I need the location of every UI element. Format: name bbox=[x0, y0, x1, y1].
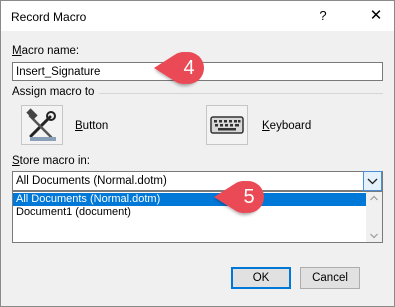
assign-separator bbox=[99, 93, 383, 94]
store-macro-label: Store macro in: bbox=[12, 155, 90, 167]
keyboard-icon bbox=[210, 116, 244, 134]
assign-keyboard-label-text: eyboard bbox=[269, 120, 312, 132]
option-all-documents[interactable]: All Documents (Normal.dotm) bbox=[13, 193, 367, 206]
macro-name-value: Insert_Signature bbox=[16, 66, 101, 78]
dropdown-arrow-button[interactable] bbox=[363, 171, 382, 191]
assign-button-label[interactable]: Button bbox=[75, 120, 108, 132]
macro-name-label-text: acro name: bbox=[21, 45, 80, 57]
cancel-button[interactable]: Cancel bbox=[300, 267, 360, 289]
assign-keyboard-label-hotkey: K bbox=[262, 120, 270, 132]
store-macro-select[interactable]: All Documents (Normal.dotm) bbox=[12, 171, 383, 191]
step-4-callout: 4 bbox=[150, 49, 220, 89]
title-bar: Record Macro ? ✕ bbox=[1, 1, 394, 31]
hammer-wrench-icon bbox=[26, 108, 56, 141]
dialog-title: Record Macro bbox=[11, 10, 87, 24]
ok-button[interactable]: OK bbox=[231, 267, 291, 289]
scroll-arrows-icon bbox=[370, 195, 378, 239]
assign-keyboard-label[interactable]: Keyboard bbox=[262, 120, 311, 132]
store-macro-label-text: tore macro in: bbox=[19, 155, 90, 167]
macro-name-label: Macro name: bbox=[12, 45, 79, 57]
store-macro-options-list: All Documents (Normal.dotm) Document1 (d… bbox=[12, 191, 383, 243]
record-macro-dialog: Record Macro ? ✕ Macro name: Insert_Sign… bbox=[0, 0, 395, 307]
options-scrollbar[interactable] bbox=[366, 192, 382, 242]
store-macro-label-hotkey: S bbox=[12, 155, 20, 167]
step-5-callout: 5 bbox=[210, 178, 280, 218]
step-5-number: 5 bbox=[243, 186, 255, 208]
store-macro-selected-value: All Documents (Normal.dotm) bbox=[16, 175, 167, 187]
assign-keyboard-icon-button[interactable] bbox=[206, 105, 248, 145]
option-document1[interactable]: Document1 (document) bbox=[13, 206, 367, 219]
assign-button-label-hotkey: B bbox=[75, 120, 83, 132]
macro-name-label-hotkey: M bbox=[12, 45, 22, 57]
assign-button-icon-button[interactable] bbox=[21, 105, 63, 145]
step-4-number: 4 bbox=[183, 57, 195, 79]
assign-macro-label: Assign macro to bbox=[12, 86, 95, 98]
help-button[interactable]: ? bbox=[313, 6, 333, 26]
close-button[interactable]: ✕ bbox=[366, 6, 386, 26]
chevron-down-icon bbox=[367, 178, 378, 185]
assign-button-label-text: utton bbox=[82, 120, 109, 132]
